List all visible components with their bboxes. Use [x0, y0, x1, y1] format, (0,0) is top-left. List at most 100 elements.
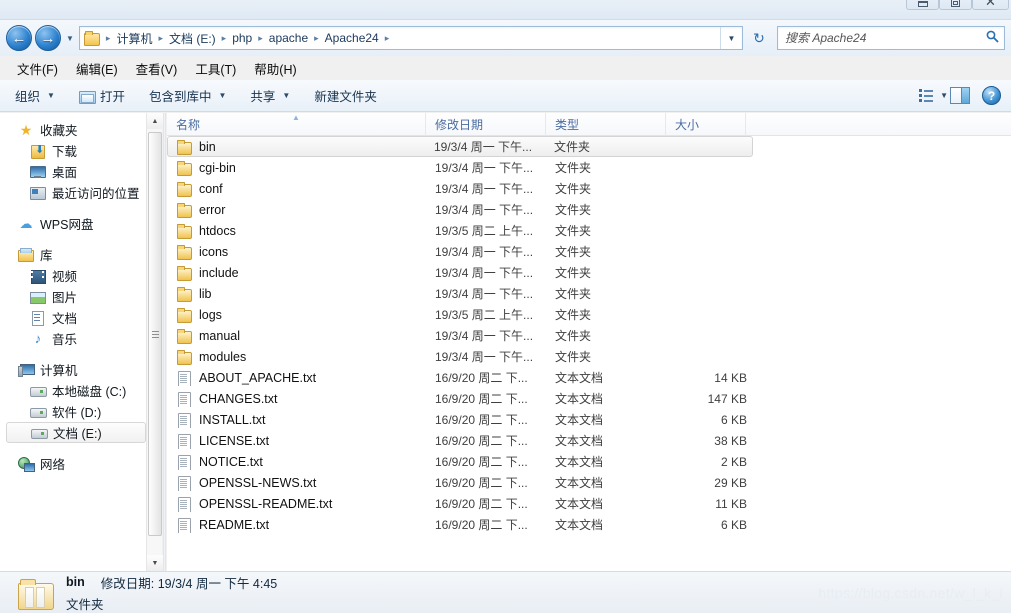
sidebar-item-music[interactable]: ♪ 音乐 [0, 328, 146, 349]
history-dropdown-button[interactable]: ▼ [66, 34, 74, 43]
text-file-icon [176, 370, 192, 386]
table-row[interactable]: OPENSSL-README.txt 16/9/20 周二 下... 文本文档 … [167, 493, 1011, 514]
sidebar-item-network[interactable]: 网络 [0, 453, 146, 474]
size-cell: 6 KB [720, 517, 747, 532]
table-row[interactable]: NOTICE.txt 16/9/20 周二 下... 文本文档 2 KB [167, 451, 1011, 472]
file-name-cell: conf [176, 181, 435, 197]
navigation-pane-scrollbar[interactable]: ▲ ▼ [146, 113, 163, 571]
table-row[interactable]: INSTALL.txt 16/9/20 周二 下... 文本文档 6 KB [167, 409, 1011, 430]
date-modified-cell: 19/3/4 周一 下午... [435, 350, 534, 364]
menu-edit[interactable]: 编辑(E) [67, 56, 127, 81]
sidebar-item-downloads[interactable]: 下载 [0, 140, 146, 161]
sidebar-item-wps-cloud[interactable]: ☁ WPS网盘 [0, 213, 146, 234]
help-button[interactable]: ? [982, 86, 1001, 105]
column-header-label: 大小 [675, 117, 700, 132]
table-row[interactable]: logs 19/3/5 周二 上午... 文件夹 [167, 304, 1011, 325]
search-input[interactable] [778, 28, 980, 48]
type-cell: 文件夹 [555, 350, 592, 364]
open-button[interactable]: 打开 [70, 82, 134, 109]
column-header-label: 修改日期 [435, 117, 484, 132]
table-row[interactable]: OPENSSL-NEWS.txt 16/9/20 周二 下... 文本文档 29… [167, 472, 1011, 493]
sidebar-item-drive-e[interactable]: 文档 (E:) [6, 422, 146, 443]
table-row[interactable]: modules 19/3/4 周一 下午... 文件夹 [167, 346, 1011, 367]
table-row[interactable]: README.txt 16/9/20 周二 下... 文本文档 6 KB [167, 514, 1011, 535]
forward-button[interactable]: → [35, 25, 61, 51]
table-row[interactable]: error 19/3/4 周一 下午... 文件夹 [167, 199, 1011, 220]
window-controls: ✕ [906, 0, 1009, 10]
folder-icon [176, 160, 192, 176]
new-folder-button[interactable]: 新建文件夹 [305, 82, 386, 109]
sidebar-item-desktop[interactable]: 桌面 [0, 161, 146, 182]
maximize-button[interactable] [939, 0, 972, 10]
sidebar-item-label: 软件 (D:) [52, 406, 102, 420]
table-row[interactable]: bin 19/3/4 周一 下午... 文件夹 [167, 136, 753, 157]
type-cell: 文本文档 [555, 413, 604, 427]
organize-button[interactable]: 组织 ▼ [6, 82, 64, 109]
table-row[interactable]: ABOUT_APACHE.txt 16/9/20 周二 下... 文本文档 14… [167, 367, 1011, 388]
share-button[interactable]: 共享 ▼ [241, 82, 299, 109]
column-header-type[interactable]: 类型 [546, 112, 666, 136]
breadcrumb-item-php[interactable]: php [230, 30, 254, 46]
table-row[interactable]: icons 19/3/4 周一 下午... 文件夹 [167, 241, 1011, 262]
organize-label: 组织 [15, 90, 41, 104]
column-header-date-modified[interactable]: 修改日期 [426, 112, 546, 136]
table-row[interactable]: conf 19/3/4 周一 下午... 文件夹 [167, 178, 1011, 199]
type-cell: 文件夹 [555, 308, 592, 322]
menu-bar: 文件(F) 编辑(E) 查看(V) 工具(T) 帮助(H) [0, 56, 1011, 80]
table-row[interactable]: include 19/3/4 周一 下午... 文件夹 [167, 262, 1011, 283]
table-row[interactable]: LICENSE.txt 16/9/20 周二 下... 文本文档 38 KB [167, 430, 1011, 451]
sidebar-group-network: 网络 [0, 453, 146, 474]
minimize-button[interactable] [906, 0, 939, 10]
file-name: NOTICE.txt [199, 454, 263, 469]
table-row[interactable]: cgi-bin 19/3/4 周一 下午... 文件夹 [167, 157, 1011, 178]
breadcrumb-item-apache24[interactable]: Apache24 [323, 30, 381, 46]
sidebar-item-pictures[interactable]: 图片 [0, 286, 146, 307]
breadcrumb-item-computer[interactable]: 计算机 [114, 29, 154, 48]
sidebar-item-libraries[interactable]: 库 [0, 244, 146, 265]
menu-tools[interactable]: 工具(T) [186, 56, 245, 81]
file-name: README.txt [199, 517, 270, 532]
table-row[interactable]: htdocs 19/3/5 周二 上午... 文件夹 [167, 220, 1011, 241]
selected-item-name: bin [66, 575, 85, 589]
scrollbar-thumb[interactable] [148, 132, 162, 536]
back-button[interactable]: ← [6, 25, 32, 51]
search-box[interactable] [777, 26, 1005, 50]
menu-help[interactable]: 帮助(H) [245, 56, 305, 81]
preview-pane-button[interactable] [950, 87, 970, 104]
file-name: icons [199, 244, 229, 259]
scroll-up-button[interactable]: ▲ [147, 113, 163, 129]
music-icon: ♪ [34, 330, 42, 346]
drive-icon [31, 425, 48, 441]
change-view-button[interactable] [916, 87, 936, 105]
text-file-icon [176, 391, 192, 407]
include-in-library-button[interactable]: 包含到库中 ▼ [140, 82, 235, 109]
breadcrumb-item-apache[interactable]: apache [267, 30, 310, 46]
chevron-down-icon: ▼ [47, 91, 55, 100]
pane-splitter[interactable] [163, 113, 166, 571]
sidebar-item-drive-d[interactable]: 软件 (D:) [0, 401, 146, 422]
breadcrumb-bar[interactable]: ▸ 计算机 ▸ 文档 (E:) ▸ php ▸ apache ▸ Apache2… [78, 26, 743, 50]
breadcrumb-item-drive[interactable]: 文档 (E:) [167, 29, 218, 48]
column-header-name[interactable]: ▲ 名称 [167, 112, 426, 136]
sidebar-item-drive-c[interactable]: 本地磁盘 (C:) [0, 380, 146, 401]
table-row[interactable]: lib 19/3/4 周一 下午... 文件夹 [167, 283, 1011, 304]
view-dropdown-button[interactable]: ▼ [940, 91, 948, 100]
file-name-cell: CHANGES.txt [176, 391, 435, 407]
scroll-down-button[interactable]: ▼ [147, 555, 163, 571]
file-name-cell: OPENSSL-NEWS.txt [176, 475, 435, 491]
sidebar-item-label: 音乐 [52, 333, 78, 347]
sidebar-item-videos[interactable]: 视频 [0, 265, 146, 286]
table-row[interactable]: manual 19/3/4 周一 下午... 文件夹 [167, 325, 1011, 346]
breadcrumb-dropdown-button[interactable]: ▼ [720, 27, 742, 49]
table-row[interactable]: CHANGES.txt 16/9/20 周二 下... 文本文档 147 KB [167, 388, 1011, 409]
refresh-button[interactable]: ↻ [747, 26, 771, 50]
menu-file[interactable]: 文件(F) [8, 56, 67, 81]
close-button[interactable]: ✕ [972, 0, 1009, 10]
sidebar-item-computer[interactable]: 计算机 [0, 359, 146, 380]
sidebar-item-documents[interactable]: 文档 [0, 307, 146, 328]
sidebar-item-favorites[interactable]: ★ 收藏夹 [0, 119, 146, 140]
column-header-size[interactable]: 大小 [666, 112, 746, 136]
menu-view[interactable]: 查看(V) [127, 56, 187, 81]
sidebar-item-recent-places[interactable]: 最近访问的位置 [0, 182, 146, 203]
sidebar-item-label: 计算机 [40, 364, 78, 378]
